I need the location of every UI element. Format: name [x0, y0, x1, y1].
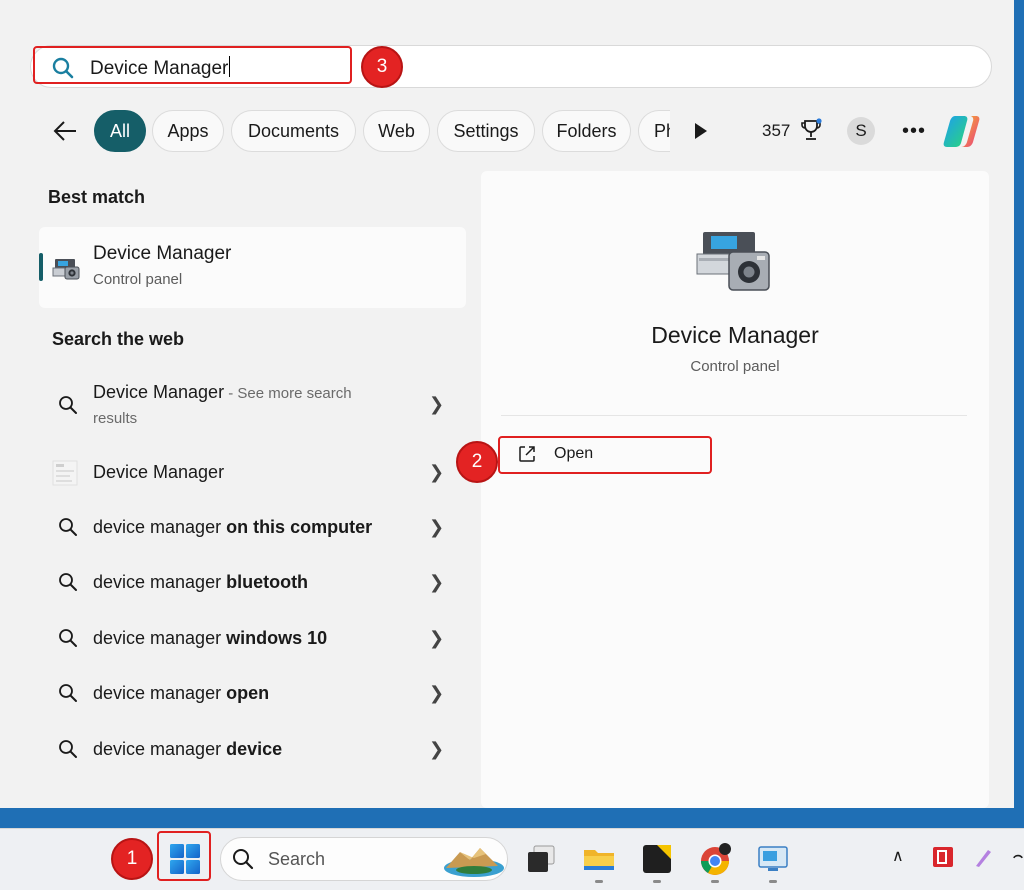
query-prefix: device manager	[93, 517, 227, 537]
callout-badge-3: 3	[361, 46, 403, 88]
callout-box-search	[33, 46, 352, 84]
device-manager-large-icon	[696, 232, 770, 291]
chevron-right-icon: ❯	[429, 462, 445, 482]
back-arrow-icon[interactable]	[52, 118, 78, 144]
running-indicator	[769, 880, 777, 883]
best-match-subtitle: Control panel	[93, 271, 183, 288]
search-icon	[59, 684, 77, 702]
web-result-text: device manager on this computer	[93, 517, 372, 538]
see-more-label: - See more search	[224, 385, 352, 402]
search-icon	[233, 849, 254, 870]
query-prefix: device manager	[93, 683, 227, 703]
search-highlight-image	[444, 848, 504, 877]
preview-subtitle: Control panel	[690, 358, 780, 375]
web-result-text: device manager bluetooth	[93, 572, 308, 593]
network-icon[interactable]	[1012, 846, 1024, 868]
tab-documents[interactable]: Documents	[231, 110, 356, 152]
query-prefix: device manager	[93, 739, 227, 759]
pen-icon[interactable]	[972, 846, 994, 868]
web-result-text: device manager open	[93, 683, 269, 704]
sticky-notes-icon[interactable]	[640, 842, 674, 876]
chevron-right-icon: ❯	[429, 739, 445, 759]
best-match-result[interactable]	[39, 227, 466, 308]
chevron-right-icon: ❯	[429, 628, 445, 648]
query-suggestion: bluetooth	[226, 572, 309, 592]
search-icon	[59, 518, 77, 536]
query-suggestion: device	[226, 739, 283, 759]
task-view-icon[interactable]	[524, 842, 558, 876]
web-result-query: Device Manager	[93, 382, 225, 402]
selection-indicator	[39, 253, 43, 281]
web-result-text: device manager windows 10	[93, 628, 327, 649]
query-prefix: device manager	[93, 572, 227, 592]
chrome-icon[interactable]	[698, 842, 732, 876]
taskbar-search-label: Search	[268, 849, 326, 869]
web-result-text: Device Manager - See more search	[93, 382, 352, 403]
web-result-text: device manager device	[93, 739, 282, 760]
file-explorer-icon[interactable]	[582, 842, 616, 876]
tab-folders[interactable]: Folders	[542, 110, 631, 152]
remote-desktop-icon[interactable]	[756, 842, 790, 876]
show-hidden-icons-chevron-icon[interactable]: ∧	[892, 846, 904, 866]
running-indicator	[595, 880, 603, 883]
preview-title: Device Manager	[651, 322, 819, 348]
tab-settings[interactable]: Settings	[437, 110, 535, 152]
query-prefix: device manager	[93, 628, 227, 648]
callout-badge-1: 1	[111, 838, 153, 880]
best-match-heading: Best match	[48, 187, 146, 207]
search-icon	[59, 740, 77, 758]
tab-web[interactable]: Web	[363, 110, 430, 152]
chevron-right-icon: ❯	[429, 572, 445, 592]
web-result-query: Device Manager	[93, 462, 225, 482]
tab-all[interactable]: All	[94, 110, 146, 152]
rewards-trophy-icon[interactable]	[800, 118, 822, 142]
callout-box-start	[157, 831, 211, 881]
chevron-right-icon: ❯	[429, 517, 445, 537]
query-suggestion: on this computer	[226, 517, 373, 537]
best-match-title: Device Manager	[93, 243, 232, 264]
preview-divider	[501, 415, 967, 416]
search-the-web-heading: Search the web	[52, 329, 185, 349]
web-thumbnail-icon	[52, 460, 78, 486]
running-indicator	[711, 880, 719, 883]
search-icon	[59, 573, 77, 591]
chevron-right-icon: ❯	[429, 394, 445, 414]
callout-badge-2: 2	[456, 441, 498, 483]
see-more-label-2: results	[93, 410, 138, 427]
running-indicator	[653, 880, 661, 883]
search-icon	[59, 396, 77, 414]
chevron-right-icon: ❯	[429, 683, 445, 703]
scroll-right-arrow-icon[interactable]	[695, 123, 707, 139]
tab-apps[interactable]: Apps	[152, 110, 224, 152]
taskbar	[0, 828, 1024, 890]
query-suggestion: windows 10	[226, 628, 328, 648]
account-avatar[interactable]: S	[847, 117, 875, 145]
copilot-icon[interactable]	[942, 110, 986, 152]
rewards-points: 357	[762, 121, 791, 140]
more-options-icon[interactable]: •••	[902, 120, 926, 143]
tray-app-icon[interactable]	[932, 846, 954, 868]
search-icon	[59, 629, 77, 647]
device-manager-icon	[52, 259, 80, 280]
callout-box-open	[498, 436, 712, 474]
query-suggestion: open	[226, 683, 270, 703]
